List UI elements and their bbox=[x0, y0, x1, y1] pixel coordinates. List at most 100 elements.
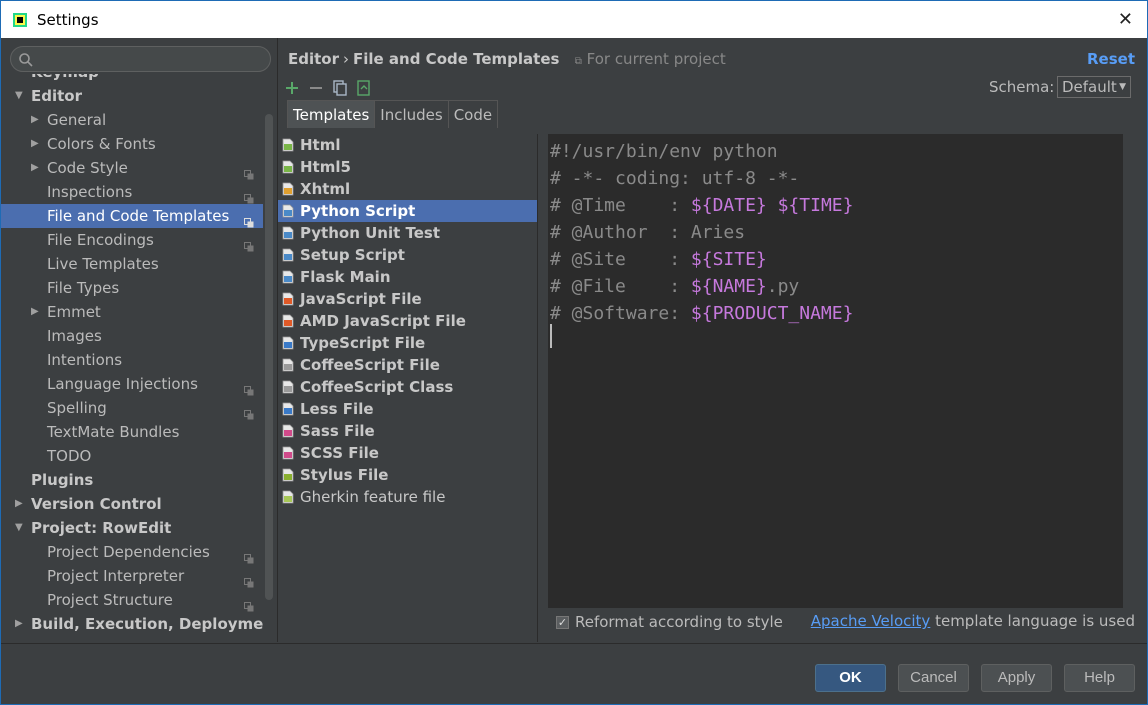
html5-file-icon bbox=[281, 159, 295, 175]
template-item-gherkin-feature-file[interactable]: Gherkin feature file bbox=[278, 486, 537, 508]
template-item-stylus-file[interactable]: Stylus File bbox=[278, 464, 537, 486]
help-button[interactable]: Help bbox=[1064, 664, 1135, 692]
template-item-html5[interactable]: Html5 bbox=[278, 156, 537, 178]
expand-right-icon[interactable]: ▶ bbox=[31, 300, 39, 324]
tree-item-general[interactable]: ▶ General bbox=[1, 108, 263, 132]
template-item-coffeescript-class[interactable]: CoffeeScript Class bbox=[278, 376, 537, 398]
template-item-html[interactable]: Html bbox=[278, 134, 537, 156]
tab-includes[interactable]: Includes bbox=[374, 100, 449, 128]
tree-item-todo[interactable]: TODO bbox=[1, 444, 263, 468]
tree-scrollbar[interactable] bbox=[265, 114, 273, 600]
reformat-option[interactable]: ✓ Reformat according to style bbox=[556, 613, 783, 631]
tree-item-file-and-code-templates[interactable]: File and Code Templates bbox=[1, 204, 263, 228]
remove-icon[interactable] bbox=[307, 79, 325, 97]
tree-item-code-style[interactable]: ▶ Code Style bbox=[1, 156, 263, 180]
export-icon[interactable] bbox=[355, 79, 373, 97]
tree-item-inspections[interactable]: Inspections bbox=[1, 180, 263, 204]
python-file-icon bbox=[281, 203, 295, 219]
tab-templates[interactable]: Templates bbox=[287, 100, 376, 128]
template-item-flask-main[interactable]: Flask Main bbox=[278, 266, 537, 288]
expand-right-icon[interactable]: ▶ bbox=[31, 132, 39, 156]
template-item-amd-javascript-file[interactable]: AMD JavaScript File bbox=[278, 310, 537, 332]
tree-item-label: Language Injections bbox=[47, 375, 198, 393]
sass-file-icon bbox=[281, 423, 295, 439]
template-item-label: Flask Main bbox=[300, 268, 391, 286]
template-item-setup-script[interactable]: Setup Script bbox=[278, 244, 537, 266]
tree-item-label: Keymap bbox=[31, 74, 99, 84]
tree-item-project-structure[interactable]: Project Structure bbox=[1, 588, 263, 612]
tree-item-build-execution-deployment[interactable]: ▶ Build, Execution, Deployment bbox=[1, 612, 263, 636]
reformat-label: Reformat according to style bbox=[575, 613, 783, 631]
tree-item-live-templates[interactable]: Live Templates bbox=[1, 252, 263, 276]
tree-item-file-types[interactable]: File Types bbox=[1, 276, 263, 300]
template-item-label: Html5 bbox=[300, 158, 351, 176]
velocity-suffix: template language is used bbox=[930, 612, 1135, 630]
project-scope-icon bbox=[244, 403, 254, 420]
tree-item-spelling[interactable]: Spelling bbox=[1, 396, 263, 420]
add-icon[interactable] bbox=[283, 79, 301, 97]
tree-item-language-injections[interactable]: Language Injections bbox=[1, 372, 263, 396]
tree-item-project-dependencies[interactable]: Project Dependencies bbox=[1, 540, 263, 564]
settings-dialog: Keymap ▼ Editor ▶ General ▶ Colors & Fonts ▶ Cod… bbox=[0, 38, 1148, 705]
cancel-button[interactable]: Cancel bbox=[898, 664, 969, 692]
tree-item-images[interactable]: Images bbox=[1, 324, 263, 348]
tree-item-label: Project Structure bbox=[47, 591, 173, 609]
project-scope-icon bbox=[244, 571, 254, 588]
template-item-xhtml[interactable]: Xhtml bbox=[278, 178, 537, 200]
editor-scrollbar[interactable] bbox=[1123, 134, 1135, 608]
tree-item-project-interpreter[interactable]: Project Interpreter bbox=[1, 564, 263, 588]
project-scope-icon bbox=[244, 211, 254, 228]
expand-down-icon[interactable]: ▼ bbox=[15, 84, 23, 108]
expand-down-icon[interactable]: ▼ bbox=[15, 516, 23, 540]
tree-item-editor[interactable]: ▼ Editor bbox=[1, 84, 263, 108]
template-list: Html Html5 Xhtml Python Script Python Unit T… bbox=[278, 134, 538, 642]
template-item-label: Stylus File bbox=[300, 466, 389, 484]
tree-item-project-rowedit[interactable]: ▼ Project: RowEdit bbox=[1, 516, 263, 540]
tree-item-intentions[interactable]: Intentions bbox=[1, 348, 263, 372]
template-variable: ${SITE} bbox=[690, 249, 767, 270]
template-item-label: Xhtml bbox=[300, 180, 351, 198]
template-item-less-file[interactable]: Less File bbox=[278, 398, 537, 420]
tree-item-colors-fonts[interactable]: ▶ Colors & Fonts bbox=[1, 132, 263, 156]
tree-item-textmate-bundles[interactable]: TextMate Bundles bbox=[1, 420, 263, 444]
tab-code[interactable]: Code bbox=[447, 100, 499, 128]
copy-icon[interactable] bbox=[331, 79, 349, 97]
tree-item-label: TODO bbox=[47, 447, 92, 465]
template-item-sass-file[interactable]: Sass File bbox=[278, 420, 537, 442]
template-item-scss-file[interactable]: SCSS File bbox=[278, 442, 537, 464]
code-text: # @Site : bbox=[550, 249, 691, 270]
tree-item-version-control[interactable]: ▶ Version Control bbox=[1, 492, 263, 516]
expand-right-icon[interactable]: ▶ bbox=[31, 108, 39, 132]
code-line: # @Software: ${PRODUCT_NAME} bbox=[548, 300, 1123, 327]
template-item-python-script[interactable]: Python Script bbox=[278, 200, 537, 222]
template-editor[interactable]: #!/usr/bin/env python # -*- coding: utf-8… bbox=[548, 134, 1123, 608]
reformat-checkbox[interactable]: ✓ bbox=[556, 615, 569, 629]
code-text: #!/usr/bin/env python bbox=[550, 141, 778, 162]
settings-search-input[interactable] bbox=[10, 46, 271, 72]
apply-button[interactable]: Apply bbox=[981, 664, 1052, 692]
tree-item-emmet[interactable]: ▶ Emmet bbox=[1, 300, 263, 324]
tree-item-keymap[interactable]: Keymap bbox=[1, 74, 263, 84]
scope-indicator: ⧉ For current project bbox=[575, 50, 726, 68]
apache-velocity-link[interactable]: Apache Velocity bbox=[811, 612, 931, 630]
reset-link[interactable]: Reset bbox=[1087, 50, 1135, 68]
coffeescript-class-icon bbox=[281, 379, 295, 395]
code-text: # @Author : Aries bbox=[550, 222, 746, 243]
template-item-javascript-file[interactable]: JavaScript File bbox=[278, 288, 537, 310]
expand-right-icon[interactable]: ▶ bbox=[31, 156, 39, 180]
pycharm-app-icon bbox=[11, 11, 29, 29]
tree-item-file-encodings[interactable]: File Encodings bbox=[1, 228, 263, 252]
template-item-coffeescript-file[interactable]: CoffeeScript File bbox=[278, 354, 537, 376]
tree-item-label: Project Dependencies bbox=[47, 543, 210, 561]
ok-button[interactable]: OK bbox=[815, 664, 886, 692]
schema-select[interactable]: Default ▼ bbox=[1057, 76, 1131, 98]
expand-right-icon[interactable]: ▶ bbox=[15, 492, 23, 516]
tree-item-label: Project: RowEdit bbox=[31, 519, 172, 537]
breadcrumb-separator: › bbox=[343, 50, 349, 68]
template-item-python-unit-test[interactable]: Python Unit Test bbox=[278, 222, 537, 244]
template-item-typescript-file[interactable]: TypeScript File bbox=[278, 332, 537, 354]
expand-right-icon[interactable]: ▶ bbox=[15, 612, 23, 636]
close-icon[interactable]: ✕ bbox=[1118, 9, 1133, 30]
tree-item-plugins[interactable]: Plugins bbox=[1, 468, 263, 492]
